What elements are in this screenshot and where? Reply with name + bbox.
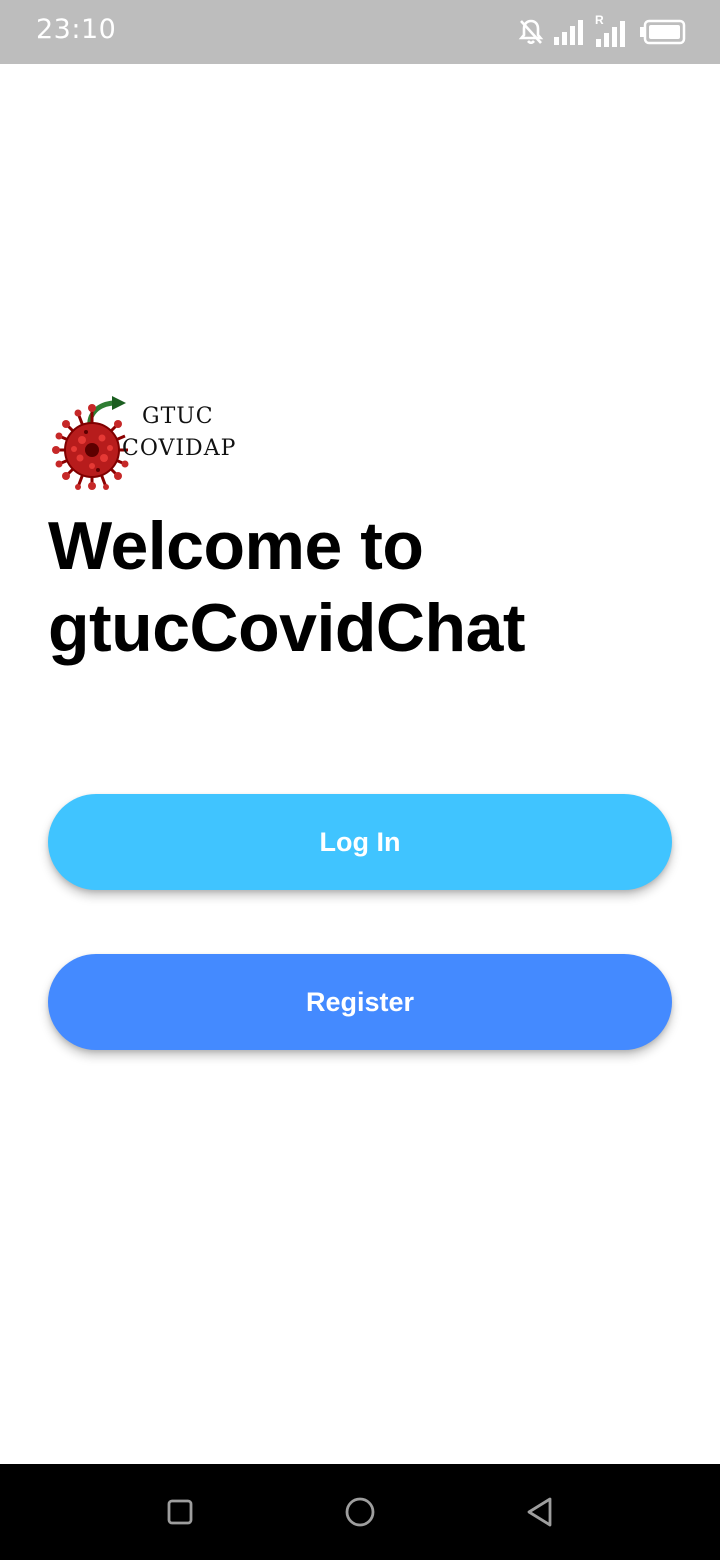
welcome-title-line1: Welcome to bbox=[48, 508, 424, 584]
status-icons: R bbox=[518, 13, 686, 48]
signal-roaming-icon: R bbox=[595, 13, 630, 47]
logo-text-gtuc: GTUC bbox=[142, 404, 214, 429]
welcome-title: Welcome to gtucCovidChat bbox=[48, 505, 688, 669]
status-bar: 23:10 R bbox=[0, 0, 720, 64]
navigation-bar bbox=[0, 1464, 720, 1560]
welcome-title-line2: gtucCovidChat bbox=[48, 590, 526, 666]
signal-icon bbox=[554, 19, 586, 45]
welcome-screen: 23:10 R GTUC COVIDAP Welcome to gtucCovi… bbox=[0, 0, 720, 1560]
recents-square-icon bbox=[167, 1499, 193, 1525]
logo-text-covidap: COVIDAP bbox=[122, 436, 237, 461]
back-button[interactable] bbox=[516, 1488, 564, 1536]
register-button[interactable]: Register bbox=[48, 954, 672, 1050]
login-button[interactable]: Log In bbox=[48, 794, 672, 890]
status-time: 23:10 bbox=[36, 14, 117, 45]
home-circle-icon bbox=[345, 1497, 375, 1527]
recents-button[interactable] bbox=[156, 1488, 204, 1536]
back-triangle-icon bbox=[527, 1497, 552, 1527]
notifications-off-icon bbox=[518, 18, 544, 46]
home-button[interactable] bbox=[336, 1488, 384, 1536]
app-logo: GTUC COVIDAP bbox=[50, 394, 240, 490]
battery-icon bbox=[640, 19, 686, 45]
